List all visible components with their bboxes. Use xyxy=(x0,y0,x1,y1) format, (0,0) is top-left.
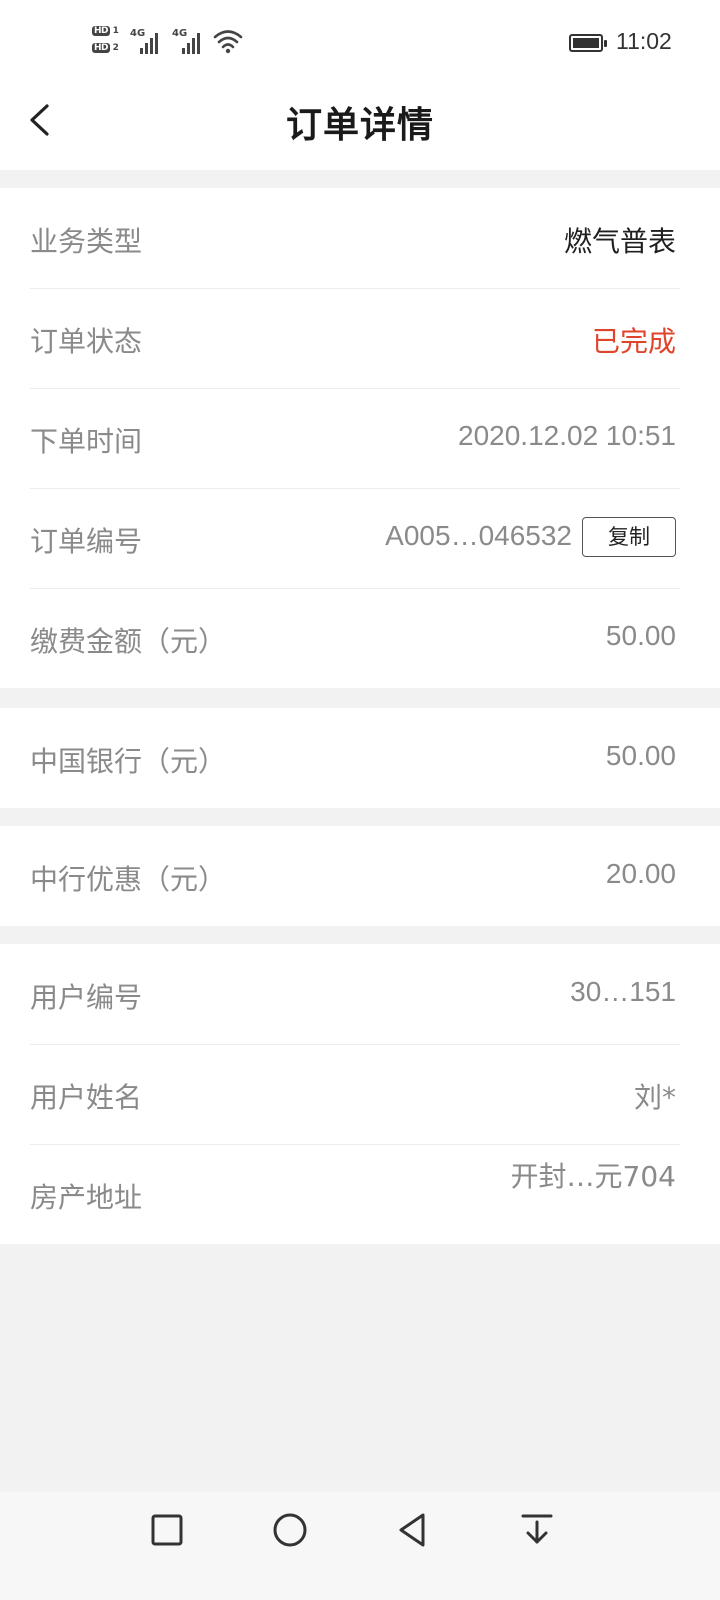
user-info-card: 用户编号 30…151 用户姓名 刘* 房产地址 开封…元704 xyxy=(0,944,720,1244)
order-time-value: 2020.12.02 10:51 xyxy=(458,420,676,451)
status-time: 11:02 xyxy=(616,28,672,54)
business-type-row: 业务类型 燃气普表 xyxy=(0,188,720,288)
bank-amount-row: 中国银行（元） 50.00 xyxy=(0,708,720,808)
battery-icon xyxy=(569,34,607,52)
address-value: 开封…元704 xyxy=(510,1160,676,1193)
user-number-row: 用户编号 30…151 xyxy=(0,944,720,1044)
order-time-row: 下单时间 2020.12.02 10:51 xyxy=(0,388,720,488)
discount-card: 中行优惠（元） 20.00 xyxy=(0,826,720,926)
payment-amount-value: 50.00 xyxy=(605,620,676,651)
order-info-card: 业务类型 燃气普表 订单状态 已完成 下单时间 2020.12.02 10:51… xyxy=(0,188,720,688)
bank-amount-label: 中国银行（元） xyxy=(30,745,227,778)
order-number-row: 订单编号 A005…046532 复制 xyxy=(0,488,720,588)
back-triangle-icon[interactable] xyxy=(393,1510,433,1550)
notification-pulldown-icon[interactable] xyxy=(517,1510,557,1550)
discount-row: 中行优惠（元） 20.00 xyxy=(0,826,720,926)
recents-square-icon[interactable] xyxy=(147,1510,187,1550)
discount-value: 20.00 xyxy=(605,858,676,889)
user-number-value: 30…151 xyxy=(570,976,676,1007)
status-bar: HD 1 HD 2 4G 4G 11:02 xyxy=(0,0,720,88)
order-time-label: 下单时间 xyxy=(30,425,143,458)
user-name-label: 用户姓名 xyxy=(30,1081,143,1114)
discount-label: 中行优惠（元） xyxy=(30,863,227,896)
order-status-label: 订单状态 xyxy=(30,325,143,358)
order-number-label: 订单编号 xyxy=(30,525,143,558)
signal-icon: 4G xyxy=(130,28,158,54)
page-title: 订单详情 xyxy=(285,105,434,146)
business-type-value: 燃气普表 xyxy=(563,225,676,258)
sim-indicators: HD 1 HD 2 xyxy=(92,24,124,58)
bank-amount-value: 50.00 xyxy=(605,740,676,771)
bank-card: 中国银行（元） 50.00 xyxy=(0,708,720,808)
order-status-value: 已完成 xyxy=(591,325,676,358)
user-name-value: 刘* xyxy=(633,1081,676,1114)
home-circle-icon[interactable] xyxy=(270,1510,310,1550)
business-type-label: 业务类型 xyxy=(30,225,143,258)
title-bar: 订单详情 xyxy=(0,88,720,170)
order-status-row: 订单状态 已完成 xyxy=(0,288,720,388)
address-label: 房产地址 xyxy=(30,1181,143,1214)
payment-amount-label: 缴费金额（元） xyxy=(30,625,227,658)
order-number-value: A005…046532 xyxy=(385,520,572,551)
network-type-label: 4G xyxy=(130,28,146,39)
signal-icon: 4G xyxy=(172,28,200,54)
user-name-row: 用户姓名 刘* xyxy=(0,1044,720,1144)
user-number-label: 用户编号 xyxy=(30,981,143,1014)
wifi-icon xyxy=(213,30,243,54)
hd-sim2-icon: HD 2 xyxy=(92,43,119,53)
network-type-label: 4G xyxy=(172,28,188,39)
copy-button[interactable]: 复制 xyxy=(582,517,676,557)
system-nav-bar xyxy=(0,1492,720,1600)
hd-sim1-icon: HD 1 xyxy=(92,26,119,36)
address-row: 房产地址 开封…元704 xyxy=(0,1144,720,1244)
payment-amount-row: 缴费金额（元） 50.00 xyxy=(0,588,720,688)
